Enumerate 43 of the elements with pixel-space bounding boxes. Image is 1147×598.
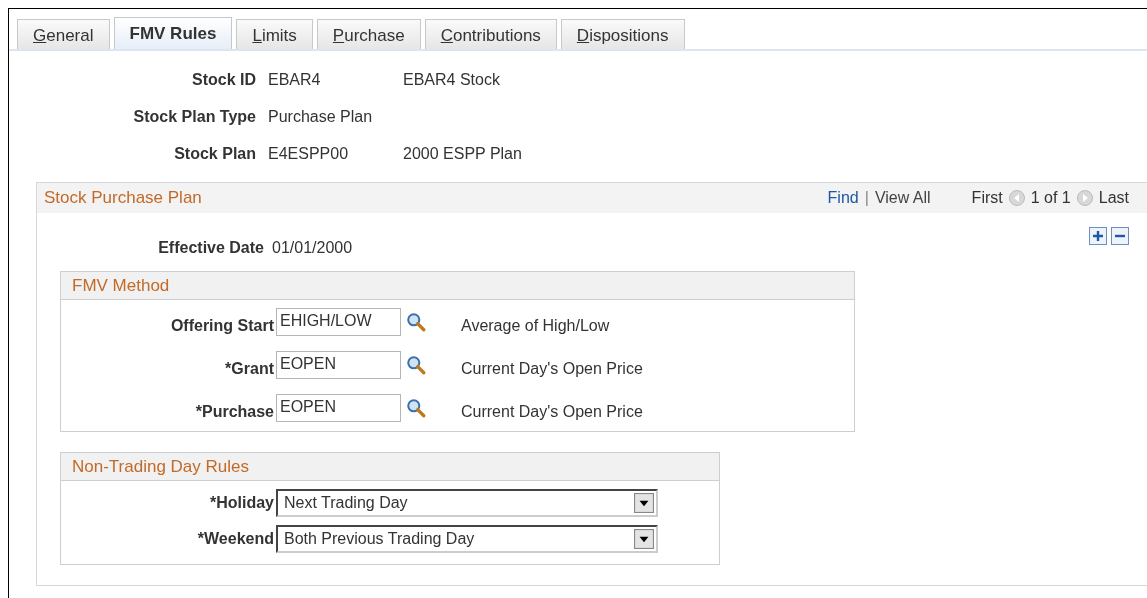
- field-label: *Grant: [224, 360, 275, 378]
- remove-icon[interactable]: [1111, 227, 1129, 245]
- view-all-link[interactable]: View All: [874, 189, 931, 207]
- field-label: Stock Plan: [173, 145, 257, 163]
- group-title: FMV Method: [72, 275, 170, 296]
- last-label: Last: [1098, 189, 1129, 207]
- input-field[interactable]: EOPEN: [276, 394, 401, 422]
- field-description: 2000 ESPP Plan: [403, 145, 522, 163]
- field-label: Stock Plan Type: [132, 108, 257, 126]
- page-count: 1 of 1: [1030, 189, 1071, 207]
- first-label: First: [971, 189, 1003, 207]
- field-description: Current Day's Open Price: [461, 360, 643, 378]
- field-value: EBAR4: [268, 71, 322, 89]
- field-value: E4ESPP00: [268, 145, 350, 163]
- input-field[interactable]: EOPEN: [276, 351, 401, 379]
- tab[interactable]: Purchase: [316, 19, 421, 49]
- field-description: Current Day's Open Price: [461, 403, 643, 421]
- field-label: Effective Date: [157, 239, 265, 257]
- group-title: Non-Trading Day Rules: [72, 456, 249, 477]
- input-field[interactable]: EHIGH/LOW: [276, 308, 401, 336]
- separator: |: [864, 189, 869, 207]
- add-icon[interactable]: [1089, 227, 1107, 245]
- tab[interactable]: Limits: [236, 19, 313, 49]
- dropdown[interactable]: Next Trading Day: [276, 489, 658, 517]
- search-icon[interactable]: [406, 355, 426, 375]
- field-value: Purchase Plan: [268, 108, 374, 126]
- tab[interactable]: FMV Rules: [113, 17, 233, 49]
- tab[interactable]: Dispositions: [560, 19, 685, 49]
- field-description: EBAR4 Stock: [403, 71, 500, 89]
- dropdown[interactable]: Both Previous Trading Day: [276, 525, 658, 553]
- field-label: Stock ID: [191, 71, 257, 89]
- field-label: *Weekend: [196, 530, 275, 548]
- tab[interactable]: Contributions: [424, 19, 557, 49]
- field-label: *Purchase: [194, 403, 275, 421]
- field-value: 01/01/2000: [272, 239, 354, 257]
- section-title: Stock Purchase Plan: [44, 188, 202, 208]
- field-label: Offering Start: [169, 317, 275, 335]
- field-description: Average of High/Low: [461, 317, 610, 335]
- find-link[interactable]: Find: [827, 189, 859, 207]
- tab[interactable]: General: [17, 19, 110, 49]
- search-icon[interactable]: [406, 312, 426, 332]
- field-label: *Holiday: [209, 494, 275, 512]
- search-icon[interactable]: [406, 398, 426, 418]
